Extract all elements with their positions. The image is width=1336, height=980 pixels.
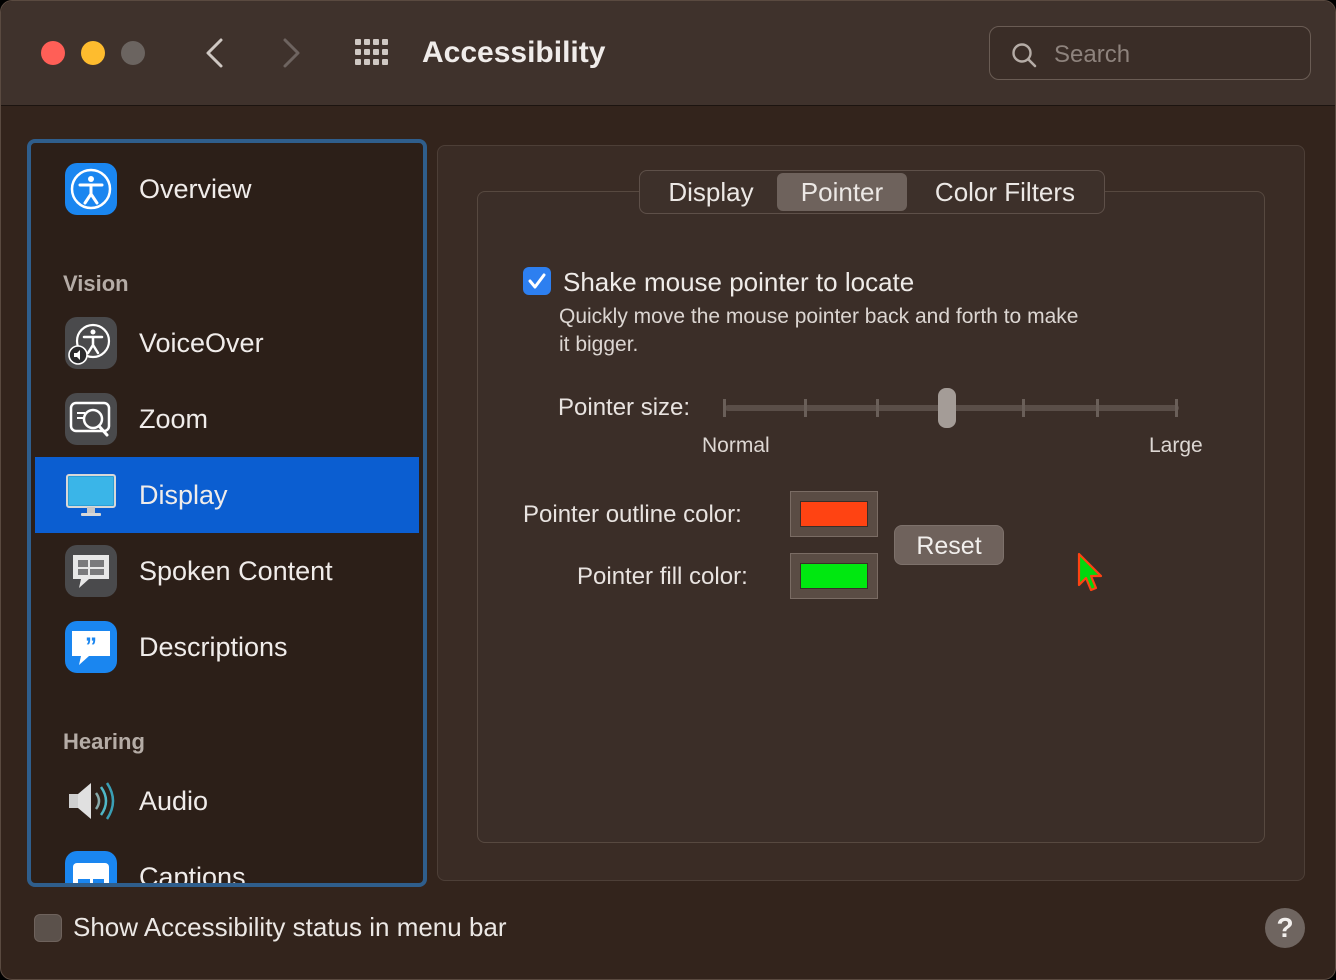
shake-pointer-label[interactable]: Shake mouse pointer to locate [563,267,914,298]
shake-pointer-description: Quickly move the mouse pointer back and … [559,305,1079,328]
outline-color-swatch [800,501,868,527]
shake-pointer-checkbox[interactable] [523,267,551,295]
system-preferences-window: Accessibility Overview Vis [0,0,1336,980]
slider-tick [723,399,726,417]
show-all-button[interactable] [351,35,395,71]
captions-icon [65,851,117,883]
voiceover-icon [65,317,117,369]
sidebar[interactable]: Overview Vision VoiceOver Zoom Display S… [27,139,427,887]
checkmark-icon [528,273,546,289]
speech-bubble-icon [65,545,117,597]
sidebar-item-zoom[interactable]: Zoom [35,381,419,457]
pointer-size-max-label: Large [1149,434,1203,457]
tab-pointer[interactable]: Pointer [777,173,907,211]
pointer-size-label: Pointer size: [558,394,691,421]
slider-tick [1022,399,1025,417]
display-monitor-icon [65,469,117,521]
minimize-button[interactable] [81,41,105,65]
sidebar-item-label: Descriptions [139,632,288,662]
fill-color-swatch [800,563,868,589]
pointer-outline-color-label: Pointer outline color: [523,501,742,528]
titlebar: Accessibility [1,1,1335,106]
sidebar-item-captions[interactable]: Captions [35,839,419,883]
sidebar-item-label: VoiceOver [139,328,264,358]
pointer-outline-color-well[interactable] [790,491,878,537]
sidebar-item-label: Spoken Content [139,556,333,586]
slider-tick [804,399,807,417]
pointer-size-min-label: Normal [702,434,770,457]
sidebar-item-spoken-content[interactable]: Spoken Content [35,533,419,609]
sidebar-item-audio[interactable]: Audio [35,763,419,839]
tab-color-filters[interactable]: Color Filters [916,173,1094,211]
section-header-vision: Vision [63,271,129,296]
sidebar-item-descriptions[interactable]: ” Descriptions [35,609,419,685]
reset-button[interactable]: Reset [894,525,1004,565]
chevron-right-icon [283,38,300,68]
shake-pointer-description-cont: it bigger. [559,333,639,356]
mouse-cursor-icon [1077,552,1103,592]
speaker-icon [65,775,117,827]
slider-tick [1096,399,1099,417]
slider-tick [876,399,879,417]
sidebar-item-label: Zoom [139,404,209,434]
svg-text:”: ” [85,633,97,660]
zoom-button[interactable] [121,41,145,65]
tab-display[interactable]: Display [646,173,776,211]
section-header-hearing: Hearing [63,729,145,754]
search-input[interactable] [1052,35,1296,75]
sidebar-item-label: Captions [139,862,246,883]
sidebar-list: Overview Vision VoiceOver Zoom Display S… [35,143,419,883]
sidebar-item-label: Overview [139,174,252,204]
pointer-fill-color-label: Pointer fill color: [577,563,748,590]
help-button[interactable]: ? [1265,908,1305,948]
sidebar-item-display[interactable]: Display [35,457,419,533]
tab-bar: Display Pointer Color Filters [639,170,1105,214]
pointer-size-slider-knob[interactable] [938,388,956,428]
window-title: Accessibility [422,36,606,69]
slider-tick [1175,399,1178,417]
accessibility-person-icon [65,163,117,215]
sidebar-item-overview[interactable]: Overview [35,151,419,227]
quote-bubble-icon: ” [65,621,117,673]
close-button[interactable] [41,41,65,65]
search-icon [1012,43,1037,68]
sidebar-item-voiceover[interactable]: VoiceOver [35,305,419,381]
search-field[interactable] [989,26,1311,80]
zoom-icon [65,393,117,445]
grid-icon [355,39,388,65]
menu-bar-status-label[interactable]: Show Accessibility status in menu bar [73,912,507,943]
forward-button[interactable] [269,31,313,75]
sidebar-item-label: Display [139,480,228,510]
chevron-left-icon [206,38,223,68]
sidebar-item-label: Audio [139,786,209,816]
pointer-fill-color-well[interactable] [790,553,878,599]
menu-bar-status-checkbox[interactable] [34,914,62,942]
back-button[interactable] [193,31,237,75]
